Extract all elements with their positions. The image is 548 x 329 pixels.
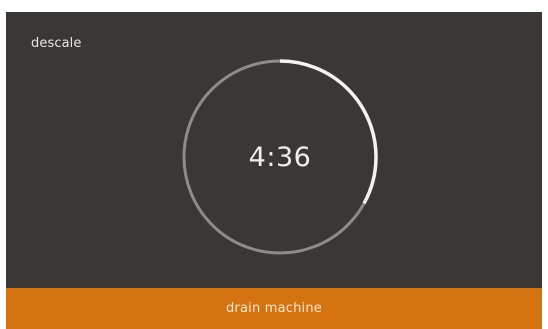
drain-machine-label: drain machine [225, 301, 322, 316]
drain-machine-button[interactable]: drain machine [6, 288, 542, 329]
countdown-timer: 4:36 [175, 52, 385, 262]
screen-title: descale [31, 36, 82, 51]
device-screen: descale 4:36 drain machine [6, 12, 542, 329]
timer-value: 4:36 [248, 141, 312, 173]
